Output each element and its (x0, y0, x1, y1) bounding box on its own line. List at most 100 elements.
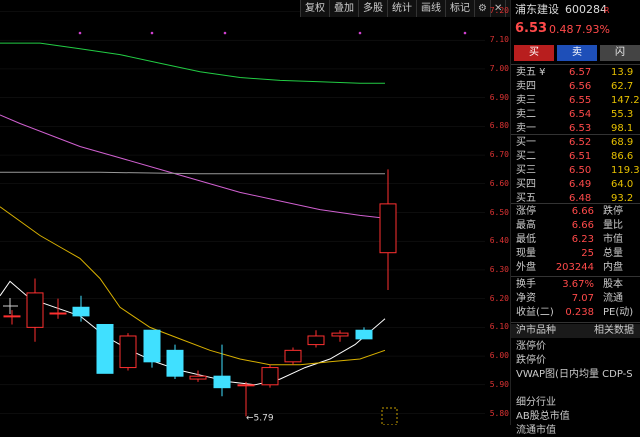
fin-label: 收益(二) (516, 307, 554, 318)
stats-row: 最低 6.23 市值 (511, 233, 640, 246)
toolbar-button-4[interactable]: 画线 (416, 0, 445, 17)
candle[interactable] (237, 381, 255, 417)
price-row: 6.53 0.48 7.93% (511, 22, 640, 38)
price-tick: 7.20 (489, 6, 509, 16)
buy-button[interactable]: 买 (514, 45, 554, 61)
stats-label-2: 市值 (603, 234, 623, 245)
bid-row: 买四 6.49 64.0 (511, 178, 640, 191)
info-row: 跌停价 (511, 354, 640, 367)
stats-label: 涨停 (516, 206, 536, 217)
stats-row: 最高 6.66 量比 (511, 219, 640, 232)
fin-value: 7.07 (571, 293, 594, 304)
toolbar-button-2[interactable]: 多股 (358, 0, 387, 17)
stats-value: 25 (581, 248, 594, 259)
candle[interactable] (72, 295, 90, 322)
info-row: 流通市值 (511, 424, 640, 437)
ask-price: 6.55 (569, 95, 592, 106)
ask-volume: 13.9 (611, 67, 634, 78)
candle[interactable] (284, 347, 302, 365)
ask-row: 卖二 6.54 55.3 (511, 108, 640, 121)
price-tick: 5.80 (489, 408, 509, 418)
price-tick: 6.00 (489, 351, 509, 361)
candle[interactable] (379, 169, 397, 291)
ask-row: 卖四 6.56 62.7 (511, 80, 640, 93)
fin-label-2: 股本 (603, 279, 623, 290)
price-tick: 7.00 (489, 63, 509, 73)
low-price-marker: ←5.79 (246, 413, 274, 423)
candle[interactable] (261, 364, 279, 388)
stats-label-2: 跌停 (603, 206, 623, 217)
stats-row: 现量 25 总量 (511, 247, 640, 260)
info-label: VWAP图(日内均量 CDP-S (516, 369, 633, 380)
tab-related-data[interactable]: 相关数据 (594, 324, 634, 337)
fin-label: 换手 (516, 279, 536, 290)
price-change-pct: 7.93% (575, 23, 610, 36)
price-tick: 7.10 (489, 35, 509, 45)
stock-tag-badge: R (604, 6, 610, 15)
bid-volume: 86.6 (611, 151, 634, 162)
info-row: 涨停价 (511, 340, 640, 353)
price-axis: 7.20 7.10 7.00 6.90 6.80 6.70 6.60 6.50 6.40 6.30… (485, 0, 511, 425)
bid-volume: 68.9 (611, 137, 634, 148)
toolbar-button-1[interactable]: 叠加 (329, 0, 358, 17)
info-label: AB股总市值 (516, 411, 570, 422)
info-row: 细分行业 (511, 396, 640, 409)
ask-price: 6.56 (569, 81, 592, 92)
ask-label: 卖二 (516, 109, 536, 120)
bid-label: 买二 (516, 151, 536, 162)
candle[interactable] (143, 329, 161, 368)
stats-label-2: 量比 (603, 220, 623, 231)
candle[interactable] (307, 330, 325, 348)
stats-row: 涨停 6.66 跌停 (511, 205, 640, 218)
fin-label-2: PE(动) (603, 307, 634, 318)
candle[interactable] (166, 344, 184, 380)
candle[interactable] (26, 278, 44, 342)
info-row: AB股总市值 (511, 410, 640, 423)
stock-header: 浦东建设 600284 R (511, 3, 640, 19)
tab-sh-market[interactable]: 沪市品种 (516, 324, 556, 337)
candlestick-chart[interactable]: ←5.79 (0, 0, 511, 425)
ask-label: 卖三 (516, 95, 536, 106)
signal-dot (358, 31, 362, 35)
flash-button[interactable]: 闪 (600, 45, 640, 61)
info-label: 细分行业 (516, 397, 556, 408)
price-tick: 6.70 (489, 150, 509, 160)
bid-row: 买三 6.50 119.3 (511, 164, 640, 177)
ask-label: 卖四 (516, 81, 536, 92)
stock-name: 浦东建设 (515, 3, 559, 16)
ma-line-white (0, 280, 386, 386)
info-row (511, 382, 640, 395)
toolbar-button-5[interactable]: 标记 (445, 0, 474, 17)
ma-line-green (0, 42, 385, 84)
price-tick: 6.60 (489, 178, 509, 188)
volume-bar (381, 407, 398, 425)
price-tick: 6.90 (489, 92, 509, 102)
ask-row: 卖三 6.55 147.2 (511, 94, 640, 107)
candle[interactable] (96, 323, 114, 374)
sell-button[interactable]: 卖 (557, 45, 597, 61)
bid-price: 6.52 (569, 137, 592, 148)
ask-price: 6.57 (569, 67, 592, 78)
info-label: 跌停价 (516, 355, 546, 366)
signal-dot (223, 31, 227, 35)
price-change: 0.48 (549, 23, 574, 36)
stock-code: 600284 (565, 3, 607, 16)
price-tick: 5.90 (489, 379, 509, 389)
candle[interactable] (355, 327, 373, 340)
stats-label-2: 总量 (603, 248, 623, 259)
bid-row: 买一 6.52 68.9 (511, 136, 640, 149)
fin-label-2: 流通 (603, 293, 623, 304)
toolbar-button-0[interactable]: 复权 (300, 0, 329, 17)
stats-value: 203244 (555, 262, 594, 273)
toolbar-button-3[interactable]: 统计 (387, 0, 416, 17)
candle[interactable] (3, 310, 21, 325)
crosshair-cursor (3, 298, 18, 314)
candle[interactable] (189, 370, 207, 382)
stats-value: 6.66 (571, 206, 594, 217)
price-tick: 6.80 (489, 121, 509, 131)
bid-price: 6.51 (569, 151, 592, 162)
candle[interactable] (331, 330, 349, 342)
candle[interactable] (119, 333, 137, 371)
candle[interactable] (49, 298, 67, 319)
bid-volume: 119.3 (611, 165, 640, 176)
